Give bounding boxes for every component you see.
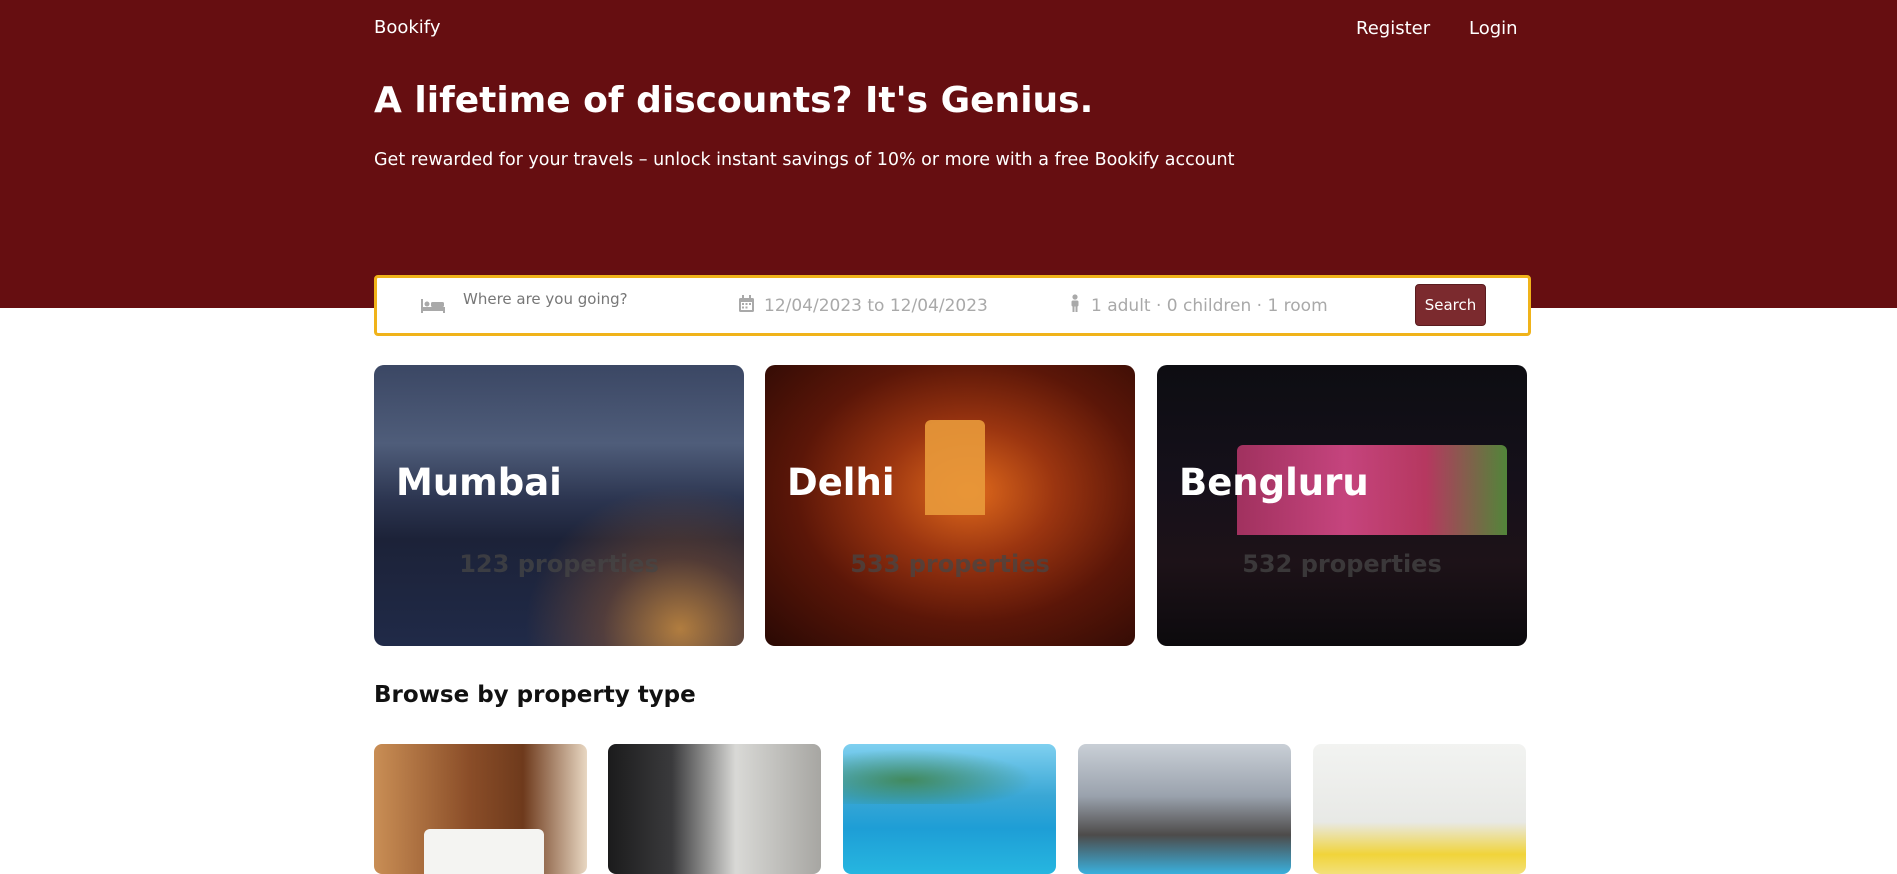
featured-property-count: 532 properties (1242, 550, 1442, 578)
featured-card-mumbai[interactable]: Mumbai 123 properties (374, 365, 744, 646)
property-type-card[interactable] (1078, 744, 1291, 874)
search-button[interactable]: Search (1415, 284, 1486, 326)
featured-card-bengluru[interactable]: Bengluru 532 properties (1157, 365, 1527, 646)
guests-picker[interactable]: 1 adult · 0 children · 1 room (1069, 278, 1328, 333)
brand-logo[interactable]: Bookify (374, 17, 440, 38)
login-link[interactable]: Login (1469, 18, 1518, 39)
hero-subtitle: Get rewarded for your travels – unlock i… (374, 150, 1235, 170)
featured-card-delhi[interactable]: Delhi 533 properties (765, 365, 1135, 646)
search-bar: 12/04/2023 to 12/04/2023 1 adult · 0 chi… (374, 275, 1531, 336)
guests-text: 1 adult · 0 children · 1 room (1091, 295, 1328, 316)
featured-city-name: Mumbai (396, 461, 562, 504)
featured-city-name: Delhi (787, 461, 895, 504)
date-range-text: 12/04/2023 to 12/04/2023 (764, 295, 988, 316)
featured-property-count: 123 properties (459, 550, 659, 578)
person-icon (1069, 294, 1081, 317)
date-picker[interactable]: 12/04/2023 to 12/04/2023 (739, 278, 988, 333)
bed-icon (421, 278, 445, 333)
destination-input[interactable] (463, 288, 683, 310)
property-type-card[interactable] (1313, 744, 1526, 874)
property-types-title: Browse by property type (374, 682, 696, 708)
property-type-card[interactable] (843, 744, 1056, 874)
featured-property-count: 533 properties (850, 550, 1050, 578)
hero-title: A lifetime of discounts? It's Genius. (374, 80, 1094, 121)
register-link[interactable]: Register (1356, 18, 1430, 39)
hero-banner: Bookify Register Login A lifetime of dis… (0, 0, 1897, 308)
calendar-icon (739, 294, 754, 317)
featured-city-name: Bengluru (1179, 461, 1369, 504)
property-type-card[interactable] (374, 744, 587, 874)
property-type-card[interactable] (608, 744, 821, 874)
